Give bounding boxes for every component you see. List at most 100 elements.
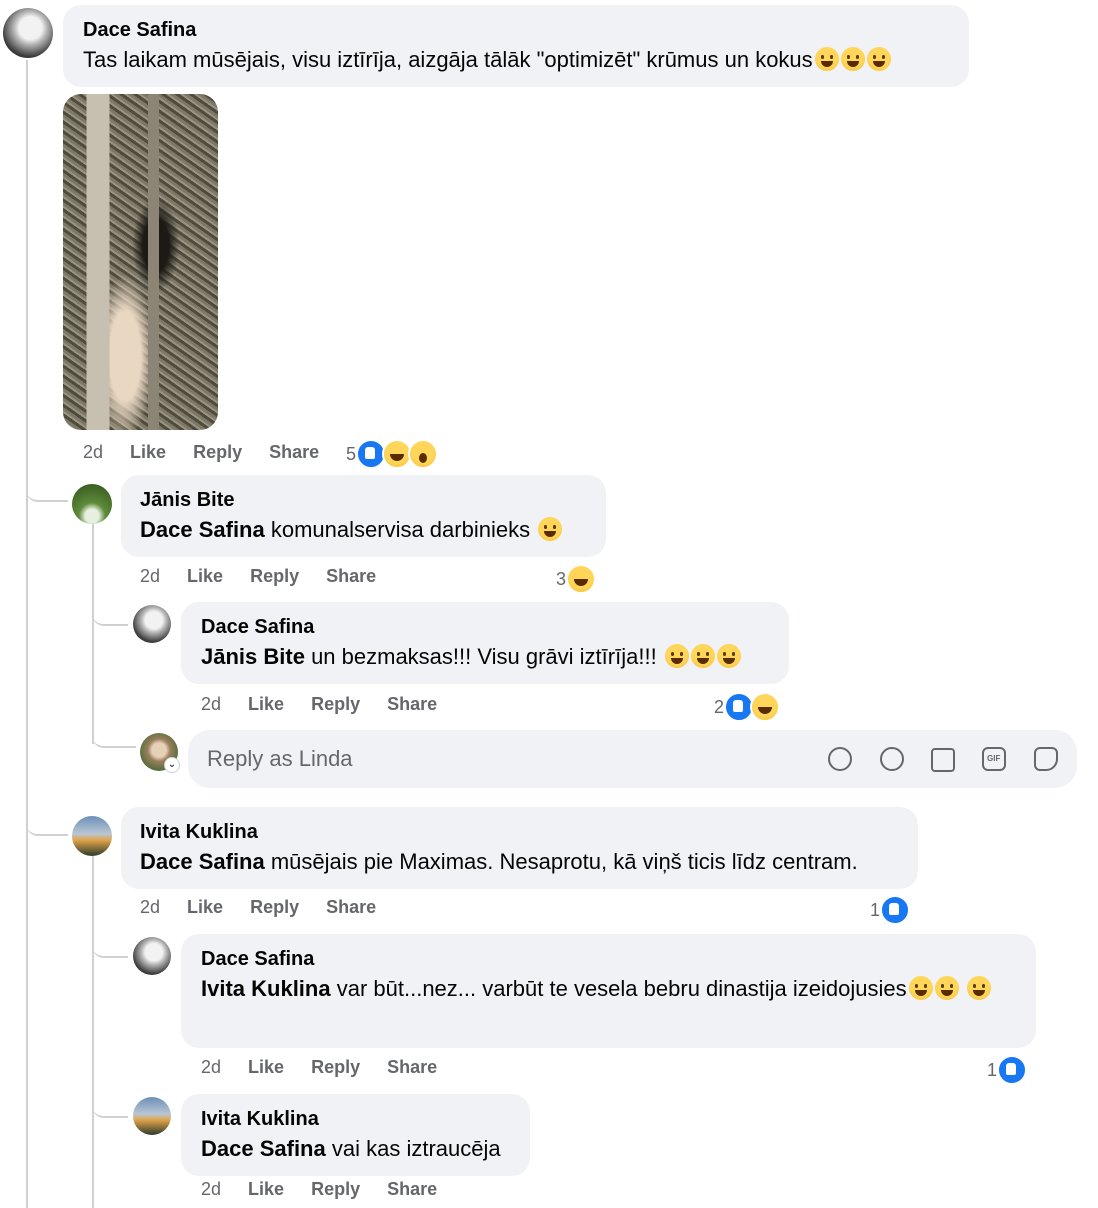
like-reaction-icon — [997, 1055, 1028, 1085]
mention-link[interactable]: Dace Safina — [140, 849, 265, 874]
timestamp[interactable]: 2d — [140, 566, 160, 586]
comment-author[interactable]: Dace Safina — [201, 948, 314, 971]
timestamp[interactable]: 2d — [140, 897, 160, 917]
reaction-summary[interactable]: 1 — [870, 895, 911, 925]
like-button[interactable]: Like — [130, 442, 166, 462]
comment-text: Jānis Bite un bezmaksas!!! Visu grāvi iz… — [201, 642, 741, 672]
avatar[interactable] — [133, 1097, 171, 1135]
comment-author[interactable]: Dace Safina — [201, 616, 314, 639]
comment-actions: 2d Like Reply Share — [201, 694, 437, 715]
reply-button[interactable]: Reply — [250, 566, 299, 586]
gif-label: GIF — [987, 754, 1001, 763]
comment-text: Dace Safina vai kas iztraucēja — [201, 1134, 501, 1164]
reaction-summary[interactable]: 5 — [346, 439, 439, 469]
rolling-on-floor-laughing-icon — [716, 644, 741, 668]
avatar[interactable] — [3, 8, 53, 58]
thread-elbow-janis — [26, 470, 68, 502]
camera-icon[interactable] — [931, 748, 955, 772]
comment-text: Dace Safina mūsējais pie Maximas. Nesapr… — [140, 847, 858, 877]
comment-text: Dace Safina komunalservisa darbinieks — [140, 515, 563, 545]
rolling-on-floor-laughing-icon — [690, 644, 715, 668]
reply-button[interactable]: Reply — [193, 442, 242, 462]
comment-body: un bezmaksas!!! Visu grāvi iztīrīja!!! — [311, 644, 657, 669]
comment-author[interactable]: Ivita Kuklina — [140, 821, 258, 844]
comment-body: Tas laikam mūsējais, visu iztīrīja, aizg… — [83, 47, 813, 72]
sticker-icon[interactable] — [1034, 747, 1058, 771]
like-button[interactable]: Like — [187, 897, 223, 917]
comment-bubble: Dace Safina Ivita Kuklina var būt...nez.… — [181, 934, 1036, 1048]
timestamp[interactable]: 2d — [201, 1057, 221, 1077]
reply-button[interactable]: Reply — [311, 1057, 360, 1077]
comment-actions: 2d Like Reply Share — [140, 566, 376, 587]
haha-reaction-icon — [750, 692, 781, 722]
share-button[interactable]: Share — [269, 442, 319, 462]
reply-button[interactable]: Reply — [311, 694, 360, 714]
comment-body: mūsējais pie Maximas. Nesaprotu, kā viņš… — [270, 849, 858, 874]
grinning-face-icon — [840, 47, 865, 71]
mention-link[interactable]: Dace Safina — [201, 1136, 326, 1161]
share-button[interactable]: Share — [387, 1057, 437, 1077]
avatar-sticker-icon[interactable] — [828, 747, 852, 771]
comment-body: var būt...nez... varbūt te vesela bebru … — [336, 976, 907, 1001]
mention-link[interactable]: Ivita Kuklina — [201, 976, 331, 1001]
comment-body: komunalservisa darbinieks — [270, 517, 531, 542]
mention-link[interactable]: Dace Safina — [140, 517, 265, 542]
comment-text: Tas laikam mūsējais, visu iztīrīja, aizg… — [83, 45, 891, 75]
reply-input-placeholder[interactable]: Reply as Linda — [207, 746, 353, 772]
reaction-summary[interactable]: 2 — [714, 692, 781, 722]
timestamp[interactable]: 2d — [201, 1179, 221, 1199]
rolling-on-floor-laughing-icon — [966, 976, 991, 1000]
chevron-down-icon[interactable]: ⌄ — [165, 758, 179, 772]
share-button[interactable]: Share — [387, 694, 437, 714]
like-button[interactable]: Like — [187, 566, 223, 586]
avatar[interactable] — [72, 816, 112, 856]
comment-body: vai kas iztraucēja — [331, 1136, 501, 1161]
avatar[interactable] — [72, 484, 112, 524]
comment-text: Ivita Kuklina var būt...nez... varbūt te… — [201, 974, 1021, 1004]
comment-bubble: Ivita Kuklina Dace Safina mūsējais pie M… — [121, 807, 918, 889]
comment-bubble: Dace Safina Jānis Bite un bezmaksas!!! V… — [181, 602, 789, 684]
timestamp[interactable]: 2d — [201, 694, 221, 714]
comment-photo[interactable] — [63, 94, 218, 430]
comment-author[interactable]: Jānis Bite — [140, 489, 234, 512]
avatar[interactable] — [133, 937, 171, 975]
grinning-squinting-face-icon — [538, 517, 563, 541]
comment-bubble: Dace Safina Tas laikam mūsējais, visu iz… — [63, 5, 969, 87]
mention-link[interactable]: Jānis Bite — [201, 644, 305, 669]
like-button[interactable]: Like — [248, 694, 284, 714]
comment-author[interactable]: Ivita Kuklina — [201, 1108, 319, 1131]
thread-line-janis — [92, 522, 94, 744]
thread-elbow-reply — [92, 720, 136, 748]
reaction-count: 5 — [346, 443, 357, 464]
comment-actions: 2d Like Reply Share — [201, 1179, 437, 1200]
like-button[interactable]: Like — [248, 1179, 284, 1199]
gif-icon[interactable]: GIF — [982, 747, 1006, 771]
comment-actions: 2d Like Reply Share — [140, 897, 376, 918]
reply-button[interactable]: Reply — [311, 1179, 360, 1199]
comment-bubble: Jānis Bite Dace Safina komunalservisa da… — [121, 475, 606, 557]
timestamp[interactable]: 2d — [83, 442, 103, 462]
thread-elbow-dace-2 — [92, 930, 128, 958]
share-button[interactable]: Share — [326, 897, 376, 917]
reply-input-box[interactable]: Reply as Linda GIF — [188, 730, 1077, 788]
reaction-count: 1 — [987, 1059, 998, 1080]
reaction-summary[interactable]: 1 — [987, 1055, 1028, 1085]
thread-elbow-dace-1 — [92, 598, 128, 626]
like-button[interactable]: Like — [248, 1057, 284, 1077]
thread-elbow-ivita-2 — [92, 1090, 128, 1118]
grinning-face-icon — [814, 47, 839, 71]
comment-bubble: Ivita Kuklina Dace Safina vai kas iztrau… — [181, 1094, 530, 1176]
reaction-summary[interactable]: 3 — [556, 564, 597, 594]
reaction-count: 1 — [870, 899, 881, 920]
share-button[interactable]: Share — [326, 566, 376, 586]
thread-line-main — [26, 60, 28, 1208]
thread-line-ivita — [92, 856, 94, 1208]
comment-author[interactable]: Dace Safina — [83, 19, 196, 42]
haha-reaction-icon — [566, 564, 597, 594]
emoji-icon[interactable] — [880, 747, 904, 771]
reply-button[interactable]: Reply — [250, 897, 299, 917]
share-button[interactable]: Share — [387, 1179, 437, 1199]
like-reaction-icon — [880, 895, 911, 925]
reaction-count: 3 — [556, 568, 567, 589]
avatar[interactable] — [133, 605, 171, 643]
